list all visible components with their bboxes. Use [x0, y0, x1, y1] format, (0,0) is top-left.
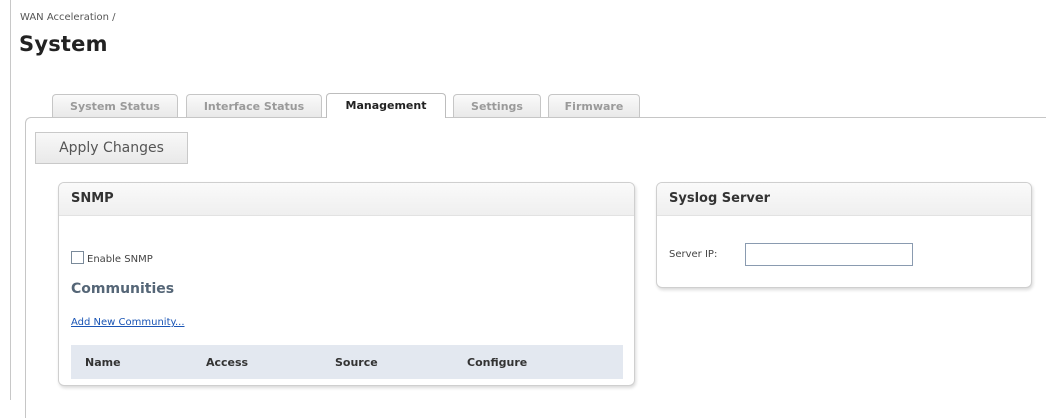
breadcrumb[interactable]: WAN Acceleration /: [20, 12, 116, 23]
column-header-name: Name: [85, 356, 121, 369]
add-community-link[interactable]: Add New Community...: [71, 317, 185, 328]
tab-interface-status[interactable]: Interface Status: [186, 94, 322, 117]
tab-settings[interactable]: Settings: [453, 94, 541, 117]
column-header-source: Source: [335, 356, 378, 369]
column-header-access: Access: [206, 356, 249, 369]
snmp-panel: SNMP Enable SNMP Communities Add New Com…: [58, 182, 635, 386]
page-title: System: [19, 32, 108, 56]
syslog-server-panel: Syslog Server Server IP:: [656, 182, 1032, 288]
tab-system-status[interactable]: System Status: [52, 94, 178, 117]
enable-snmp-checkbox[interactable]: [71, 251, 84, 264]
server-ip-label: Server IP:: [669, 249, 718, 260]
enable-snmp-label[interactable]: Enable SNMP: [87, 254, 153, 265]
communities-heading: Communities: [71, 281, 175, 297]
page-border: [10, 0, 11, 400]
server-ip-input[interactable]: [745, 243, 913, 266]
column-header-configure: Configure: [467, 356, 528, 369]
syslog-panel-title: Syslog Server: [657, 183, 1031, 216]
tab-firmware[interactable]: Firmware: [548, 94, 640, 117]
snmp-panel-title: SNMP: [59, 183, 634, 216]
enable-snmp-row: Enable SNMP: [71, 251, 153, 265]
tab-management[interactable]: Management: [326, 93, 446, 118]
apply-changes-button[interactable]: Apply Changes: [35, 132, 188, 164]
communities-table-header: Name Access Source Configure: [71, 345, 623, 379]
